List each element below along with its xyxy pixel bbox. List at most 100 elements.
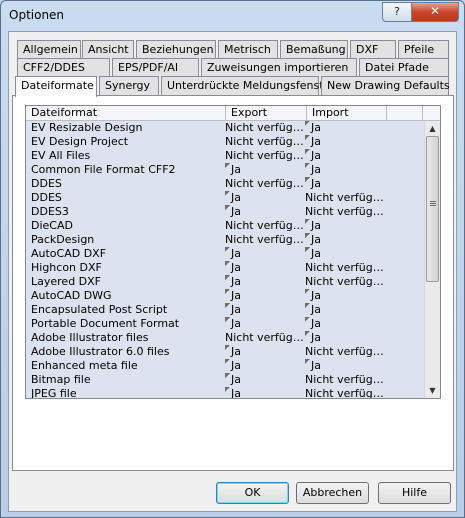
file-format-list[interactable]: Dateiformat Export Import EV Resizable D… xyxy=(25,105,441,399)
vertical-scrollbar[interactable]: ▲ ▼ xyxy=(424,121,440,398)
tab-allgemein[interactable]: Allgemein xyxy=(17,40,81,59)
tab-new-drawing-defaults[interactable]: New Drawing Defaults xyxy=(321,76,450,95)
format-cell: Adobe Illustrator 6.0 files xyxy=(31,345,170,358)
tab-dateiformate[interactable]: Dateiformate xyxy=(15,76,97,97)
table-row[interactable]: PackDesign Nicht verfüg… Ja xyxy=(26,233,424,247)
export-cell[interactable]: Ja xyxy=(225,317,303,331)
table-row[interactable]: DDES Nicht verfüg… Ja xyxy=(26,177,424,191)
table-row[interactable]: Adobe Illustrator files Nicht verfüg… Ja xyxy=(26,331,424,345)
close-button[interactable]: ✕ xyxy=(411,2,459,22)
export-cell[interactable]: Ja xyxy=(225,205,303,219)
export-cell[interactable]: Ja xyxy=(225,163,303,177)
dropdown-corner-icon xyxy=(305,317,310,322)
tab-bemassung[interactable]: Bemaßung xyxy=(280,40,348,59)
table-row[interactable]: EV Design Project Nicht verfüg… Ja xyxy=(26,135,424,149)
tab-synergy[interactable]: Synergy xyxy=(99,76,159,95)
help-button[interactable]: Hilfe xyxy=(378,482,451,504)
export-cell[interactable]: Ja xyxy=(225,387,303,398)
table-row[interactable]: Adobe Illustrator 6.0 files Ja Nicht verfü… xyxy=(26,345,424,359)
tab-beziehungen[interactable]: Beziehungen xyxy=(136,40,216,59)
import-cell[interactable]: Nicht verfüg… xyxy=(305,205,383,219)
import-cell[interactable]: Ja xyxy=(305,247,383,261)
tab-ansicht[interactable]: Ansicht xyxy=(82,40,134,59)
dropdown-corner-icon xyxy=(305,219,310,224)
import-cell[interactable]: Ja xyxy=(305,331,383,345)
table-row[interactable]: JPEG file Ja Nicht verfüg… xyxy=(26,387,424,398)
table-row[interactable]: DDES Ja Nicht verfüg… xyxy=(26,191,424,205)
import-cell[interactable]: Nicht verfüg… xyxy=(305,261,383,275)
tab-pfeile[interactable]: Pfeile xyxy=(398,40,449,59)
column-header-import[interactable]: Import xyxy=(307,106,387,120)
scroll-down-arrow-icon[interactable]: ▼ xyxy=(425,383,440,398)
dropdown-corner-icon xyxy=(225,387,230,392)
export-cell[interactable]: Nicht verfüg… xyxy=(225,233,303,247)
export-cell[interactable]: Nicht verfüg… xyxy=(225,149,303,163)
table-row[interactable]: DDES3 Ja Nicht verfüg… xyxy=(26,205,424,219)
help-title-button[interactable]: ? xyxy=(382,2,412,22)
export-cell[interactable]: Nicht verfüg… xyxy=(225,331,303,345)
tab-metrisch[interactable]: Metrisch xyxy=(218,40,278,59)
dropdown-corner-icon xyxy=(305,359,310,364)
table-row[interactable]: Highcon DXF Ja Nicht verfüg… xyxy=(26,261,424,275)
import-cell[interactable]: Ja xyxy=(305,317,383,331)
import-cell[interactable]: Ja xyxy=(305,359,383,373)
import-cell[interactable]: Ja xyxy=(305,135,383,149)
import-cell[interactable]: Nicht verfüg… xyxy=(305,275,383,289)
import-cell[interactable]: Ja xyxy=(305,219,383,233)
column-header-export[interactable]: Export xyxy=(226,106,307,120)
table-row[interactable]: DieCAD Nicht verfüg… Ja xyxy=(26,219,424,233)
export-cell[interactable]: Nicht verfüg… xyxy=(225,121,303,135)
import-cell[interactable]: Ja xyxy=(305,303,383,317)
tab-unterdrueckte-meldungsfenster[interactable]: Unterdrückte Meldungsfenster xyxy=(161,76,335,95)
import-cell[interactable]: Ja xyxy=(305,233,383,247)
tab-datei-pfade[interactable]: Datei Pfade xyxy=(359,58,449,77)
tab-dxf[interactable]: DXF xyxy=(350,40,396,59)
tab-cff2-ddes[interactable]: CFF2/DDES xyxy=(17,58,110,77)
export-cell[interactable]: Ja xyxy=(225,359,303,373)
table-row[interactable]: AutoCAD DXF Ja Ja xyxy=(26,247,424,261)
table-row[interactable]: Bitmap file Ja Nicht verfüg… xyxy=(26,373,424,387)
export-cell[interactable]: Ja xyxy=(225,289,303,303)
export-cell[interactable]: Ja xyxy=(225,247,303,261)
import-cell[interactable]: Ja xyxy=(305,121,383,135)
cancel-button[interactable]: Abbrechen xyxy=(296,482,369,504)
import-cell[interactable]: Nicht verfüg… xyxy=(305,387,383,398)
table-row[interactable]: Common File Format CFF2 Ja Ja xyxy=(26,163,424,177)
import-cell[interactable]: Ja xyxy=(305,149,383,163)
table-row[interactable]: Portable Document Format Ja Ja xyxy=(26,317,424,331)
export-cell[interactable]: Ja xyxy=(225,261,303,275)
import-value: Ja xyxy=(311,317,321,330)
import-value: Nicht verfüg… xyxy=(305,261,383,274)
dropdown-corner-icon xyxy=(305,149,310,154)
ok-button[interactable]: OK xyxy=(216,482,289,504)
import-cell[interactable]: Nicht verfüg… xyxy=(305,191,383,205)
table-row[interactable]: EV All Files Nicht verfüg… Ja xyxy=(26,149,424,163)
export-cell[interactable]: Nicht verfüg… xyxy=(225,177,303,191)
table-row[interactable]: EV Resizable Design Nicht verfüg… Ja xyxy=(26,121,424,135)
export-cell[interactable]: Ja xyxy=(225,373,303,387)
table-row[interactable]: Layered DXF Ja Nicht verfüg… xyxy=(26,275,424,289)
format-cell: Layered DXF xyxy=(31,275,102,288)
scroll-up-arrow-icon[interactable]: ▲ xyxy=(425,121,440,136)
title-bar[interactable]: Optionen ? ✕ xyxy=(1,1,464,31)
format-cell: AutoCAD DXF xyxy=(31,247,107,260)
import-cell[interactable]: Ja xyxy=(305,163,383,177)
tab-eps-pdf-ai[interactable]: EPS/PDF/AI xyxy=(112,58,199,77)
import-cell[interactable]: Ja xyxy=(305,177,383,191)
export-cell[interactable]: Nicht verfüg… xyxy=(225,219,303,233)
export-cell[interactable]: Ja xyxy=(225,191,303,205)
table-row[interactable]: AutoCAD DWG Ja Ja xyxy=(26,289,424,303)
format-cell: EV Design Project xyxy=(31,135,129,148)
import-cell[interactable]: Nicht verfüg… xyxy=(305,373,383,387)
export-cell[interactable]: Ja xyxy=(225,345,303,359)
table-row[interactable]: Enhanced meta file Ja Ja xyxy=(26,359,424,373)
import-cell[interactable]: Ja xyxy=(305,289,383,303)
column-header-format[interactable]: Dateiformat xyxy=(26,106,226,120)
scrollbar-thumb[interactable] xyxy=(426,136,439,282)
export-cell[interactable]: Ja xyxy=(225,303,303,317)
table-row[interactable]: Encapsulated Post Script Ja Ja xyxy=(26,303,424,317)
export-cell[interactable]: Ja xyxy=(225,275,303,289)
import-cell[interactable]: Nicht verfüg… xyxy=(305,345,383,359)
tab-zuweisungen-importieren[interactable]: Zuweisungen importieren xyxy=(201,58,357,77)
export-cell[interactable]: Nicht verfüg… xyxy=(225,135,303,149)
